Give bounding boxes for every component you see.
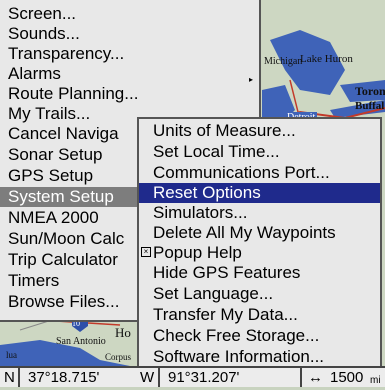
submenu-item-check-free-storage[interactable]: Check Free Storage... <box>153 326 319 346</box>
menu-item-route-planning[interactable]: Route Planning... <box>8 84 138 104</box>
status-divider <box>300 368 302 387</box>
submenu-item-reset-options[interactable]: Reset Options <box>139 183 380 203</box>
submenu-item-delete-all-waypoints[interactable]: Delete All My Waypoints <box>153 223 336 243</box>
menu-item-my-trails[interactable]: My Trails... <box>8 104 90 124</box>
submenu-item-popup-help: Popup Help <box>153 243 242 262</box>
map-label-lake-huron: Lake Huron <box>300 53 353 65</box>
submenu-item-set-local-time[interactable]: Set Local Time... <box>153 142 280 162</box>
menu-item-screen[interactable]: Screen... <box>8 4 76 24</box>
map-label-corpus: Corpus <box>105 352 132 362</box>
map-label-san-antonio: San Antonio <box>56 336 106 347</box>
menu-item-trip-calculator[interactable]: Trip Calculator <box>8 250 118 270</box>
map-label-michigan: Michigan <box>264 56 303 67</box>
map-label-buffalo: Buffal <box>355 100 385 112</box>
map-label-toronto: Toront <box>355 84 385 98</box>
map-label-houston: Ho <box>115 325 131 340</box>
status-bar: N 37°18.715' W 91°31.207' ↔ 1500 mi <box>0 366 385 387</box>
latitude-hemisphere: N <box>4 369 15 386</box>
menu-item-sun-moon-calc[interactable]: Sun/Moon Calc <box>8 229 124 249</box>
latitude-value: 37°18.715' <box>28 369 100 386</box>
menu-item-transparency[interactable]: Transparency... <box>8 44 124 64</box>
status-divider <box>18 368 20 387</box>
menu-item-alarms[interactable]: Alarms <box>8 64 61 84</box>
menu-item-gps-setup[interactable]: GPS Setup <box>8 166 93 186</box>
status-divider <box>158 368 160 387</box>
system-setup-submenu: Units of Measure... Set Local Time... Co… <box>137 117 382 369</box>
menu-item-sonar-setup[interactable]: Sonar Setup <box>8 145 103 165</box>
menu-item-nmea-2000[interactable]: NMEA 2000 <box>8 208 99 228</box>
menu-item-timers[interactable]: Timers <box>8 271 59 291</box>
submenu-item-communications-port[interactable]: Communications Port... <box>153 163 330 183</box>
submenu-item-hide-gps-features[interactable]: Hide GPS Features <box>153 263 300 283</box>
zoom-unit: mi <box>370 375 381 386</box>
submenu-arrow-icon: ▸ <box>248 75 253 84</box>
menu-item-cancel-navigation[interactable]: Cancel Naviga <box>8 124 119 144</box>
submenu-item-software-information[interactable]: Software Information... <box>153 347 324 367</box>
menu-item-sounds[interactable]: Sounds... <box>8 24 80 44</box>
longitude-value: 91°31.207' <box>168 369 240 386</box>
menu-item-browse-files[interactable]: Browse Files... <box>8 292 119 312</box>
zoom-range-icon: ↔ <box>308 369 323 386</box>
zoom-value[interactable]: 1500 <box>330 368 363 387</box>
longitude-hemisphere: W <box>140 369 155 386</box>
submenu-item-units-of-measure[interactable]: Units of Measure... <box>153 121 296 141</box>
submenu-item-transfer-my-data[interactable]: Transfer My Data... <box>153 305 298 325</box>
submenu-item-simulators[interactable]: Simulators... <box>153 203 247 223</box>
submenu-item-popup-help-row[interactable]: × Popup Help <box>139 243 379 263</box>
menu-item-system-setup[interactable]: System Setup <box>0 187 144 207</box>
submenu-item-set-language[interactable]: Set Language... <box>153 284 273 304</box>
map-label-lua: lua <box>6 350 17 360</box>
checkbox-checked-icon[interactable]: × <box>141 247 151 257</box>
